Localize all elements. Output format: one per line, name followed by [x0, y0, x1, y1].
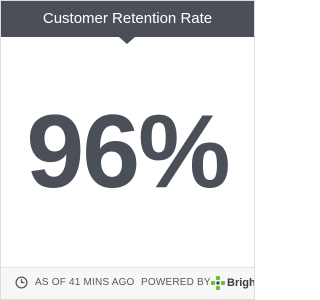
clock-icon [15, 276, 28, 289]
kpi-value: 96% [26, 94, 230, 210]
brand-logo-icon [211, 276, 225, 290]
brand-name: Bright [227, 277, 254, 289]
kpi-widget: Customer Retention Rate 96% AS OF 41 MIN… [0, 0, 255, 300]
widget-title: Customer Retention Rate [42, 10, 213, 27]
powered-by-text: POWERED BY [141, 277, 211, 288]
header-pointer [119, 37, 135, 44]
brand-link[interactable]: Bright [211, 273, 254, 293]
widget-footer: AS OF 41 MINS AGO POWERED BY Bright [1, 268, 254, 299]
last-updated-text: AS OF 41 MINS AGO [35, 277, 135, 288]
widget-header: Customer Retention Rate [1, 1, 254, 37]
